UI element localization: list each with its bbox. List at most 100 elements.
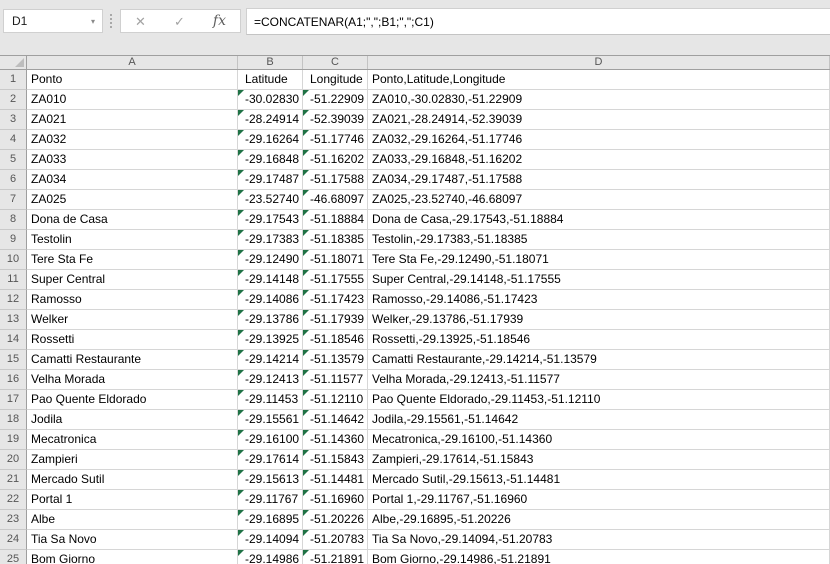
column-header-A[interactable]: A bbox=[27, 56, 238, 69]
cell-D19[interactable]: Mecatronica,-29.16100,-51.14360 bbox=[368, 430, 830, 450]
enter-icon[interactable]: ✓ bbox=[174, 15, 185, 28]
cell-B10[interactable]: -29.12490 bbox=[238, 250, 303, 270]
cell-C12[interactable]: -51.17423 bbox=[303, 290, 368, 310]
cell-C4[interactable]: -51.17746 bbox=[303, 130, 368, 150]
cell-C1[interactable]: Longitude bbox=[303, 70, 368, 90]
cell-B11[interactable]: -29.14148 bbox=[238, 270, 303, 290]
row-header-1[interactable]: 1 bbox=[0, 70, 27, 90]
cell-D22[interactable]: Portal 1,-29.11767,-51.16960 bbox=[368, 490, 830, 510]
cell-D7[interactable]: ZA025,-23.52740,-46.68097 bbox=[368, 190, 830, 210]
cell-C3[interactable]: -52.39039 bbox=[303, 110, 368, 130]
row-header-20[interactable]: 20 bbox=[0, 450, 27, 470]
column-header-B[interactable]: B bbox=[238, 56, 303, 69]
cell-B21[interactable]: -29.15613 bbox=[238, 470, 303, 490]
cell-C14[interactable]: -51.18546 bbox=[303, 330, 368, 350]
row-header-10[interactable]: 10 bbox=[0, 250, 27, 270]
row-header-3[interactable]: 3 bbox=[0, 110, 27, 130]
cell-D9[interactable]: Testolin,-29.17383,-51.18385 bbox=[368, 230, 830, 250]
cell-D23[interactable]: Albe,-29.16895,-51.20226 bbox=[368, 510, 830, 530]
cell-A10[interactable]: Tere Sta Fe bbox=[27, 250, 238, 270]
cell-C11[interactable]: -51.17555 bbox=[303, 270, 368, 290]
cell-A1[interactable]: Ponto bbox=[27, 70, 238, 90]
row-header-21[interactable]: 21 bbox=[0, 470, 27, 490]
row-header-22[interactable]: 22 bbox=[0, 490, 27, 510]
cell-C23[interactable]: -51.20226 bbox=[303, 510, 368, 530]
name-box[interactable]: D1 ▾ bbox=[3, 9, 103, 33]
cell-D10[interactable]: Tere Sta Fe,-29.12490,-51.18071 bbox=[368, 250, 830, 270]
row-header-8[interactable]: 8 bbox=[0, 210, 27, 230]
cell-B8[interactable]: -29.17543 bbox=[238, 210, 303, 230]
cell-D5[interactable]: ZA033,-29.16848,-51.16202 bbox=[368, 150, 830, 170]
row-header-6[interactable]: 6 bbox=[0, 170, 27, 190]
cell-A12[interactable]: Ramosso bbox=[27, 290, 238, 310]
cell-A15[interactable]: Camatti Restaurante bbox=[27, 350, 238, 370]
cell-D4[interactable]: ZA032,-29.16264,-51.17746 bbox=[368, 130, 830, 150]
row-header-4[interactable]: 4 bbox=[0, 130, 27, 150]
cell-C16[interactable]: -51.11577 bbox=[303, 370, 368, 390]
row-header-9[interactable]: 9 bbox=[0, 230, 27, 250]
row-header-15[interactable]: 15 bbox=[0, 350, 27, 370]
cell-B2[interactable]: -30.02830 bbox=[238, 90, 303, 110]
name-box-splitter-handle[interactable] bbox=[110, 14, 112, 29]
cell-C22[interactable]: -51.16960 bbox=[303, 490, 368, 510]
cell-C10[interactable]: -51.18071 bbox=[303, 250, 368, 270]
row-header-12[interactable]: 12 bbox=[0, 290, 27, 310]
cell-D24[interactable]: Tia Sa Novo,-29.14094,-51.20783 bbox=[368, 530, 830, 550]
cell-B4[interactable]: -29.16264 bbox=[238, 130, 303, 150]
cell-A2[interactable]: ZA010 bbox=[27, 90, 238, 110]
cell-B20[interactable]: -29.17614 bbox=[238, 450, 303, 470]
cell-A14[interactable]: Rossetti bbox=[27, 330, 238, 350]
cell-A11[interactable]: Super Central bbox=[27, 270, 238, 290]
cell-A13[interactable]: Welker bbox=[27, 310, 238, 330]
row-header-25[interactable]: 25 bbox=[0, 550, 27, 564]
cell-C13[interactable]: -51.17939 bbox=[303, 310, 368, 330]
cell-D17[interactable]: Pao Quente Eldorado,-29.11453,-51.12110 bbox=[368, 390, 830, 410]
formula-bar[interactable]: =CONCATENAR(A1;",";B1;",";C1) bbox=[246, 8, 830, 35]
cell-A19[interactable]: Mecatronica bbox=[27, 430, 238, 450]
cell-A23[interactable]: Albe bbox=[27, 510, 238, 530]
cell-D20[interactable]: Zampieri,-29.17614,-51.15843 bbox=[368, 450, 830, 470]
cell-B7[interactable]: -23.52740 bbox=[238, 190, 303, 210]
cell-A18[interactable]: Jodila bbox=[27, 410, 238, 430]
cell-B15[interactable]: -29.14214 bbox=[238, 350, 303, 370]
cell-C9[interactable]: -51.18385 bbox=[303, 230, 368, 250]
row-header-17[interactable]: 17 bbox=[0, 390, 27, 410]
cell-B17[interactable]: -29.11453 bbox=[238, 390, 303, 410]
column-header-C[interactable]: C bbox=[303, 56, 368, 69]
cell-A6[interactable]: ZA034 bbox=[27, 170, 238, 190]
cell-B22[interactable]: -29.11767 bbox=[238, 490, 303, 510]
cell-B12[interactable]: -29.14086 bbox=[238, 290, 303, 310]
cell-D1[interactable]: Ponto,Latitude,Longitude bbox=[368, 70, 830, 90]
cell-D13[interactable]: Welker,-29.13786,-51.17939 bbox=[368, 310, 830, 330]
cell-A8[interactable]: Dona de Casa bbox=[27, 210, 238, 230]
row-header-23[interactable]: 23 bbox=[0, 510, 27, 530]
cell-D21[interactable]: Mercado Sutil,-29.15613,-51.14481 bbox=[368, 470, 830, 490]
row-header-7[interactable]: 7 bbox=[0, 190, 27, 210]
insert-function-icon[interactable]: fx bbox=[213, 14, 226, 28]
cell-D14[interactable]: Rossetti,-29.13925,-51.18546 bbox=[368, 330, 830, 350]
cell-B13[interactable]: -29.13786 bbox=[238, 310, 303, 330]
cell-D25[interactable]: Bom Giorno,-29.14986,-51.21891 bbox=[368, 550, 830, 564]
row-header-14[interactable]: 14 bbox=[0, 330, 27, 350]
cell-C5[interactable]: -51.16202 bbox=[303, 150, 368, 170]
cell-B25[interactable]: -29.14986 bbox=[238, 550, 303, 564]
cell-A3[interactable]: ZA021 bbox=[27, 110, 238, 130]
cell-D8[interactable]: Dona de Casa,-29.17543,-51.18884 bbox=[368, 210, 830, 230]
cell-D15[interactable]: Camatti Restaurante,-29.14214,-51.13579 bbox=[368, 350, 830, 370]
cell-A20[interactable]: Zampieri bbox=[27, 450, 238, 470]
row-header-24[interactable]: 24 bbox=[0, 530, 27, 550]
name-box-dropdown-icon[interactable]: ▾ bbox=[91, 17, 102, 26]
cell-C15[interactable]: -51.13579 bbox=[303, 350, 368, 370]
cell-C2[interactable]: -51.22909 bbox=[303, 90, 368, 110]
select-all-button[interactable] bbox=[0, 56, 27, 69]
cell-B3[interactable]: -28.24914 bbox=[238, 110, 303, 130]
cell-C19[interactable]: -51.14360 bbox=[303, 430, 368, 450]
cell-A17[interactable]: Pao Quente Eldorado bbox=[27, 390, 238, 410]
cell-B24[interactable]: -29.14094 bbox=[238, 530, 303, 550]
cell-B23[interactable]: -29.16895 bbox=[238, 510, 303, 530]
cell-A22[interactable]: Portal 1 bbox=[27, 490, 238, 510]
cell-B9[interactable]: -29.17383 bbox=[238, 230, 303, 250]
cancel-icon[interactable]: ✕ bbox=[135, 15, 146, 28]
row-header-18[interactable]: 18 bbox=[0, 410, 27, 430]
cell-B6[interactable]: -29.17487 bbox=[238, 170, 303, 190]
